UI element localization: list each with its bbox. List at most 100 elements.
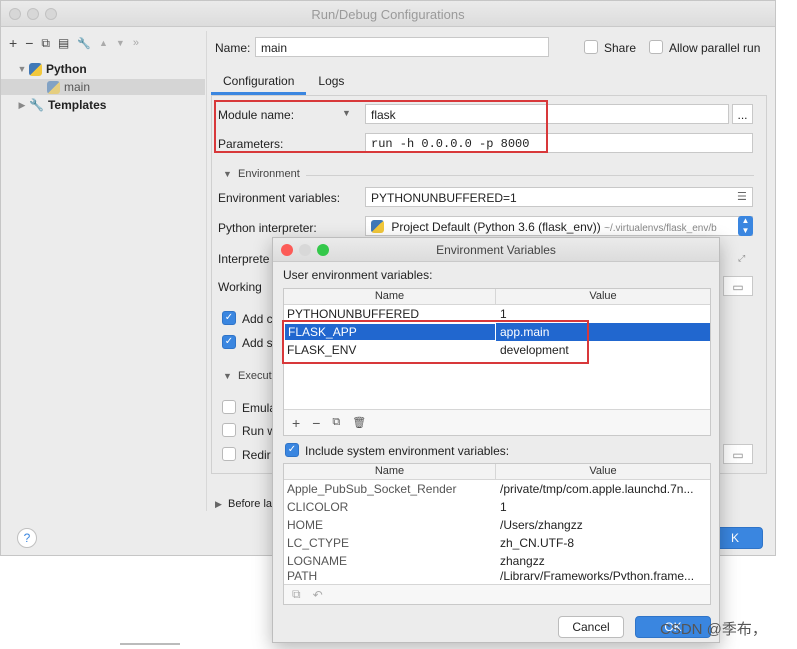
user-vars-title: User environment variables: xyxy=(283,268,433,282)
run-with-console-checkbox[interactable] xyxy=(222,423,236,437)
add-content-roots-label: Add c xyxy=(242,312,273,326)
table-row[interactable]: HOME /Users/zhangzz xyxy=(284,516,710,534)
config-toolbar: + − ⧉ ▤ 🔧 ▲ ▼ » xyxy=(9,35,139,51)
python-icon xyxy=(371,220,384,233)
var-value: /private/tmp/com.apple.launchd.7n... xyxy=(500,482,694,496)
emulate-terminal-checkbox[interactable] xyxy=(222,400,236,414)
run-with-console-label: Run w xyxy=(242,424,277,438)
interpreter-value: Project Default (Python 3.6 (flask_env)) xyxy=(391,220,601,234)
bottom-divider xyxy=(120,643,180,645)
tree-item-templates[interactable]: ▶ 🔧 Templates xyxy=(1,97,205,113)
tree-item-label: Python xyxy=(46,62,87,76)
environment-section-title: Environment xyxy=(238,168,300,180)
var-name: LOGNAME xyxy=(287,554,348,568)
undo-icon[interactable]: ↶ xyxy=(313,588,323,602)
folder-icon[interactable]: ▭ xyxy=(723,444,753,464)
var-value: 1 xyxy=(500,500,507,514)
move-down-icon[interactable]: ▼ xyxy=(116,38,125,48)
copy-icon[interactable]: ⧉ xyxy=(41,36,50,51)
tree-item-main[interactable]: main xyxy=(1,79,205,95)
add-icon[interactable]: + xyxy=(292,415,300,431)
allow-parallel-checkbox[interactable] xyxy=(649,40,663,54)
redirect-input-label: Redir xyxy=(242,448,271,462)
copy-icon[interactable]: ⧉ xyxy=(292,587,301,602)
column-header-name[interactable]: Name xyxy=(284,464,496,479)
execution-section-title: Execut xyxy=(238,370,272,382)
help-button[interactable]: ? xyxy=(17,528,37,548)
share-label: Share xyxy=(604,41,637,55)
split-divider[interactable] xyxy=(206,31,207,511)
delete-icon[interactable]: 🗑 xyxy=(352,416,366,429)
dialog-titlebar: Environment Variables xyxy=(273,238,719,262)
redirect-input-checkbox[interactable] xyxy=(222,447,236,461)
section-expand-icon[interactable]: ▶ xyxy=(215,499,222,510)
copy-icon[interactable]: ⧉ xyxy=(332,416,340,429)
folder-icon[interactable]: ▭ xyxy=(723,276,753,296)
remove-icon[interactable]: − xyxy=(312,415,320,431)
interpreter-select[interactable]: Project Default (Python 3.6 (flask_env))… xyxy=(365,216,753,236)
wrench-icon: 🔧 xyxy=(29,98,44,112)
python-icon xyxy=(29,62,42,76)
table-row[interactable]: PATH /Library/Frameworks/Python.frame... xyxy=(284,570,710,580)
table-row[interactable]: LOGNAME zhangzz xyxy=(284,552,710,570)
tree-item-python[interactable]: ▼ Python xyxy=(1,61,205,77)
table-row[interactable]: Apple_PubSub_Socket_Render /private/tmp/… xyxy=(284,480,710,498)
share-checkbox[interactable] xyxy=(584,40,598,54)
window-titlebar: Run/Debug Configurations xyxy=(1,1,775,27)
config-tabs: Configuration Logs xyxy=(211,69,356,95)
add-source-roots-label: Add s xyxy=(242,336,273,350)
var-name: Apple_PubSub_Socket_Render xyxy=(287,482,457,496)
tree-item-label: Templates xyxy=(47,98,107,112)
tab-configuration[interactable]: Configuration xyxy=(211,69,307,95)
table-header: Name Value xyxy=(284,464,710,480)
tab-logs[interactable]: Logs xyxy=(306,69,356,95)
edit-list-icon[interactable]: ☰ xyxy=(737,190,747,203)
column-header-value[interactable]: Value xyxy=(496,289,710,304)
include-system-vars-checkbox[interactable]: ✓ xyxy=(285,443,299,457)
system-vars-table: Name Value Apple_PubSub_Socket_Render /p… xyxy=(283,463,711,605)
python-icon xyxy=(47,80,60,94)
expand-arrow-icon[interactable]: ▼ xyxy=(17,64,27,74)
system-vars-toolbar: ⧉ ↶ xyxy=(284,584,710,604)
var-name: LC_CTYPE xyxy=(287,536,350,550)
table-row[interactable]: CLICOLOR 1 xyxy=(284,498,710,516)
section-divider xyxy=(306,175,754,176)
select-arrows-icon[interactable]: ▲ ▼ xyxy=(738,216,753,236)
add-source-roots-checkbox[interactable]: ✓ xyxy=(222,335,236,349)
section-collapse-icon[interactable]: ▼ xyxy=(223,371,232,381)
save-icon[interactable]: ▤ xyxy=(58,36,69,50)
cancel-button[interactable]: Cancel xyxy=(558,616,624,638)
column-header-name[interactable]: Name xyxy=(284,289,496,304)
interpreter-options-label: Interprete xyxy=(218,252,270,266)
csdn-watermark: CSDN @季布， xyxy=(660,621,767,638)
add-content-roots-checkbox[interactable]: ✓ xyxy=(222,311,236,325)
browse-button[interactable]: ... xyxy=(732,104,753,124)
var-name: PATH xyxy=(287,570,318,580)
tree-item-label: main xyxy=(64,80,91,94)
expand-field-icon[interactable]: ⤢ xyxy=(738,253,745,264)
highlight-box xyxy=(282,320,589,364)
add-icon[interactable]: + xyxy=(9,35,17,51)
include-system-vars-label: Include system environment variables: xyxy=(305,444,510,458)
before-launch-label: Before la xyxy=(228,498,273,510)
table-header: Name Value xyxy=(284,289,710,305)
env-vars-input[interactable]: PYTHONUNBUFFERED=1 xyxy=(365,187,753,207)
interpreter-label: Python interpreter: xyxy=(218,221,317,235)
collapse-arrow-icon[interactable]: ▶ xyxy=(17,100,27,111)
highlight-box xyxy=(214,100,548,153)
window-title: Run/Debug Configurations xyxy=(311,7,465,22)
remove-icon[interactable]: − xyxy=(25,35,33,51)
emulate-terminal-label: Emula xyxy=(242,401,277,415)
var-name: CLICOLOR xyxy=(287,500,349,514)
user-vars-toolbar: + − ⧉ 🗑 xyxy=(284,409,710,435)
section-collapse-icon[interactable]: ▼ xyxy=(223,169,232,179)
table-row[interactable]: LC_CTYPE zh_CN.UTF-8 xyxy=(284,534,710,552)
more-icon[interactable]: » xyxy=(133,37,139,49)
interpreter-path: ~/.virtualenvs/flask_env/b xyxy=(604,223,717,234)
dialog-title: Environment Variables xyxy=(436,243,556,257)
column-header-value[interactable]: Value xyxy=(496,464,710,479)
name-input[interactable]: main xyxy=(255,37,549,57)
wrench-icon[interactable]: 🔧 xyxy=(77,37,91,50)
environment-variables-dialog: Environment Variables User environment v… xyxy=(272,237,720,643)
move-up-icon[interactable]: ▲ xyxy=(99,38,108,48)
